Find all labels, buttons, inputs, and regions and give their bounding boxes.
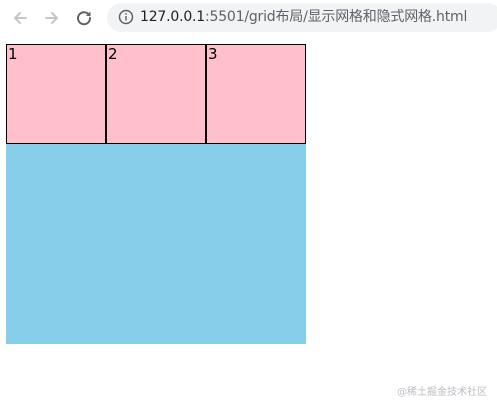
grid-item: 3 (206, 44, 306, 144)
reload-icon (77, 11, 92, 26)
grid-container: 1 2 3 (6, 44, 306, 344)
url-text[interactable]: 127.0.0.1:5501/grid布局/显示网格和隐式网格.html (140, 3, 467, 32)
watermark: @稀土掘金技术社区 (397, 387, 487, 398)
url-host: 127.0.0.1 (140, 9, 205, 25)
arrow-left-icon (14, 12, 27, 24)
arrow-right-icon (45, 12, 58, 24)
address-bar[interactable]: 127.0.0.1:5501/grid布局/显示网格和隐式网格.html (107, 3, 497, 32)
url-path: :5501/grid布局/显示网格和隐式网格.html (205, 9, 468, 25)
page-viewport: 1 2 3 (0, 36, 497, 410)
grid-item: 2 (106, 44, 206, 144)
browser-toolbar: 127.0.0.1:5501/grid布局/显示网格和隐式网格.html (0, 0, 497, 36)
info-icon[interactable] (118, 9, 134, 25)
grid-item: 1 (6, 44, 106, 144)
forward-button[interactable] (41, 7, 63, 29)
reload-button[interactable] (73, 7, 95, 29)
back-button[interactable] (9, 7, 31, 29)
